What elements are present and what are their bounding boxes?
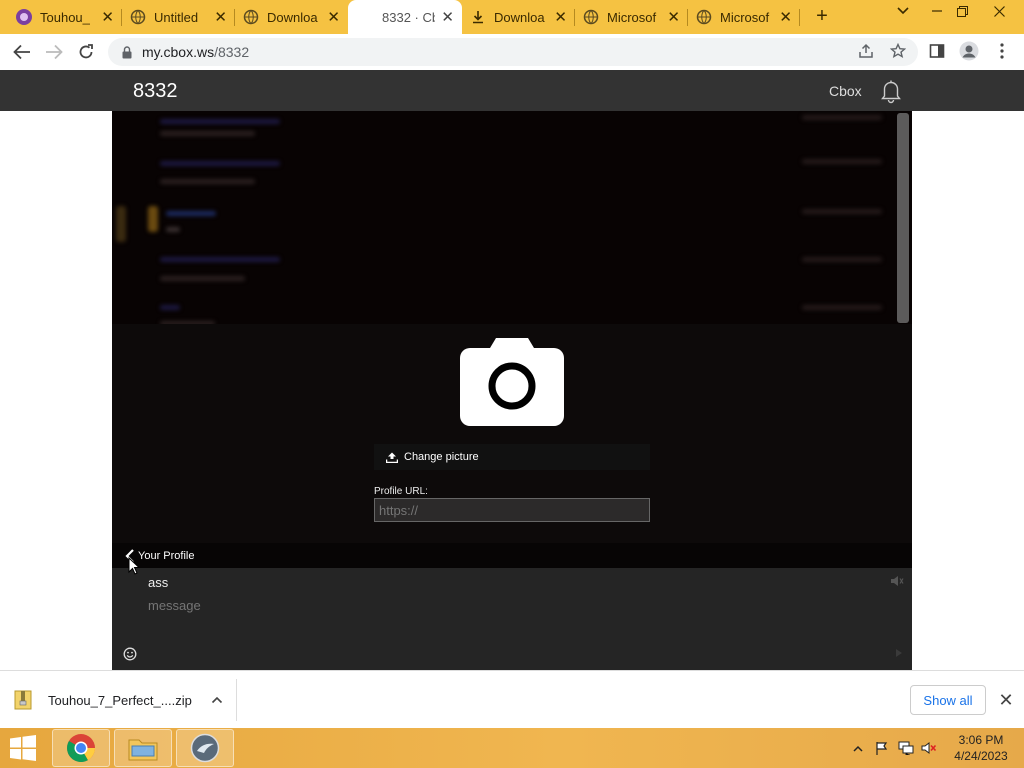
tab-title: Untitled [154, 9, 199, 25]
taskbar-explorer-button[interactable] [114, 729, 172, 767]
lock-icon[interactable] [120, 45, 134, 59]
mouse-cursor-icon [128, 557, 140, 575]
tab-untitled[interactable]: Untitled ✕ [122, 0, 235, 34]
emoji-icon[interactable] [123, 647, 137, 661]
network-icon[interactable] [898, 740, 914, 756]
url-text: my.cbox.ws/8332 [142, 44, 250, 60]
share-icon[interactable] [855, 40, 877, 62]
reload-icon[interactable] [74, 40, 98, 64]
cbox-brand-link[interactable]: Cbox [829, 83, 862, 99]
tab-title: Downloa [494, 9, 545, 25]
close-window-button[interactable] [982, 0, 1016, 22]
globe-icon [130, 9, 146, 25]
download-icon [470, 9, 486, 25]
globe-icon [696, 9, 712, 25]
chevron-up-icon[interactable] [210, 693, 224, 707]
taskbar-app-button[interactable] [176, 729, 234, 767]
tab-microsoft-2[interactable]: Microsof ✕ [688, 0, 800, 34]
upload-icon [386, 452, 398, 463]
touhou-icon [16, 9, 32, 25]
cbox-header: 8332 Cbox [0, 70, 1024, 111]
download-file-name: Touhou_7_Perfect_....zip [48, 692, 192, 708]
your-profile-bar[interactable]: Your Profile [112, 543, 912, 568]
globe-icon [243, 9, 259, 25]
close-icon[interactable]: ✕ [667, 8, 680, 26]
folder-icon [128, 739, 158, 761]
compose-area: ass [112, 568, 912, 670]
tab-title: Touhou_ [40, 9, 90, 25]
windows-start-icon[interactable] [8, 734, 38, 762]
close-icon[interactable]: ✕ [554, 8, 567, 26]
clock-date: 4/24/2023 [954, 749, 1008, 763]
blurred-message-list [112, 111, 912, 326]
windows-taskbar: 3:06 PM 4/24/2023 [0, 728, 1024, 768]
close-icon[interactable]: ✕ [441, 8, 454, 26]
tab-title: Downloa [267, 9, 318, 25]
tab-title: 8332 · Cb [382, 9, 436, 25]
tab-download-1[interactable]: Downloa ✕ [235, 0, 348, 34]
send-arrow-icon[interactable] [895, 648, 903, 658]
sound-icon[interactable] [890, 575, 904, 587]
profile-panel: Change picture Profile URL: [112, 324, 912, 568]
bookmark-star-icon[interactable] [887, 40, 909, 62]
address-bar[interactable]: my.cbox.ws/8332 [108, 38, 918, 66]
taskbar-chrome-button[interactable] [52, 729, 110, 767]
tab-touhou[interactable]: Touhou_ ✕ [8, 0, 122, 34]
back-arrow-icon[interactable] [10, 40, 34, 64]
forward-arrow-icon[interactable] [42, 40, 66, 64]
profile-url-label: Profile URL: [374, 486, 428, 497]
download-item[interactable]: Touhou_7_Perfect_....zip [14, 685, 224, 715]
tab-search-chevron-icon[interactable] [886, 0, 920, 22]
globe-icon [583, 9, 599, 25]
side-panel-icon[interactable] [926, 40, 948, 62]
close-download-bar-icon[interactable]: ✕ [996, 690, 1016, 710]
restore-button[interactable] [945, 0, 979, 22]
menu-kebab-icon[interactable] [991, 40, 1013, 62]
chat-scrollbar[interactable] [897, 113, 909, 323]
browser-toolbar: my.cbox.ws/8332 [0, 34, 1024, 70]
tab-cbox-active[interactable]: 8332 · Cb ✕ [348, 0, 462, 34]
your-profile-label: Your Profile [138, 549, 195, 562]
close-icon[interactable]: ✕ [327, 8, 340, 26]
change-picture-button[interactable]: Change picture [374, 444, 650, 470]
clock-time: 3:06 PM [958, 733, 1004, 747]
new-tab-button[interactable]: + [811, 5, 833, 27]
change-picture-label: Change picture [404, 451, 479, 463]
tab-microsoft-1[interactable]: Microsof ✕ [575, 0, 688, 34]
tab-strip: Touhou_ ✕ Untitled ✕ Downloa ✕ 8332 · Cb… [0, 0, 1024, 34]
zip-file-icon [14, 690, 32, 710]
room-title: 8332 [133, 80, 178, 102]
cbox-chat-widget: Change picture Profile URL: Your Profile… [112, 111, 912, 670]
web-page: 8332 Cbox Change picture Profile URL: ht… [0, 70, 1024, 670]
close-icon[interactable]: ✕ [101, 8, 114, 26]
close-icon[interactable]: ✕ [779, 8, 792, 26]
app-circle-icon [190, 733, 220, 763]
show-all-button[interactable]: Show all [910, 685, 986, 715]
tray-chevron-up-icon[interactable] [850, 740, 866, 756]
profile-url-input[interactable] [374, 498, 650, 522]
system-clock[interactable]: 3:06 PM 4/24/2023 [946, 732, 1016, 764]
camera-icon[interactable] [460, 336, 564, 426]
bell-icon[interactable] [878, 78, 904, 104]
message-input[interactable] [148, 598, 848, 613]
tab-title: Microsof [720, 9, 770, 25]
profile-avatar-icon[interactable] [958, 40, 980, 62]
tab-download-2[interactable]: Downloa ✕ [462, 0, 575, 34]
chrome-icon [67, 734, 95, 762]
flag-icon[interactable] [874, 740, 890, 756]
close-icon[interactable]: ✕ [214, 8, 227, 26]
download-bar-divider [236, 679, 237, 721]
volume-muted-icon[interactable] [921, 740, 937, 756]
download-bar: Touhou_7_Perfect_....zip Show all ✕ [0, 670, 1024, 728]
tab-title: Microsof [607, 9, 657, 25]
username-field[interactable]: ass [148, 575, 168, 590]
